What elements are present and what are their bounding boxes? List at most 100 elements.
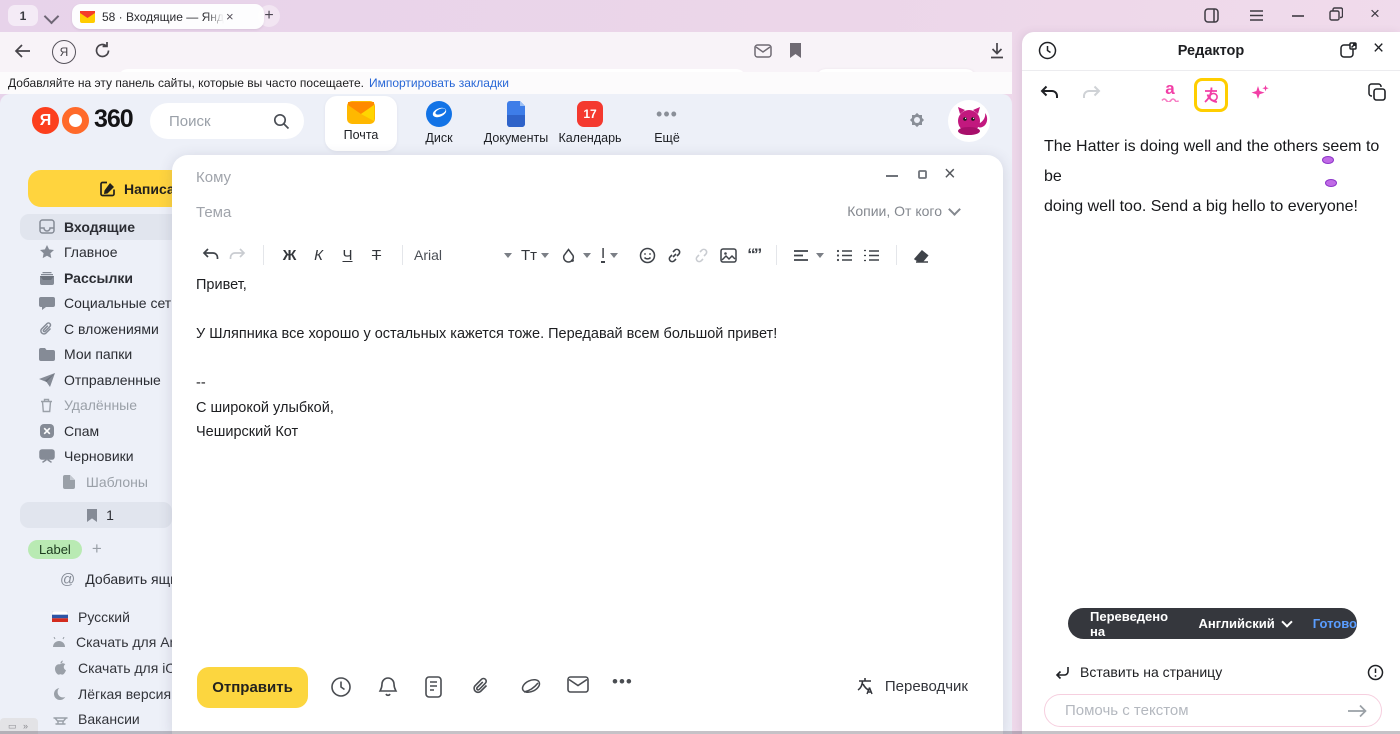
editor-undo-icon[interactable] [1038,84,1059,103]
service-more[interactable]: ••• Ещё [641,96,693,145]
settings-gear-icon[interactable] [905,108,929,132]
yandex-services-icon[interactable]: Я [52,40,76,64]
insert-image-icon[interactable] [720,248,737,263]
attach-file-icon[interactable] [472,676,491,697]
translate-icon[interactable] [1202,86,1220,104]
tab-list-chevron-icon[interactable] [46,11,57,22]
unlink-icon[interactable] [693,247,710,264]
user-avatar[interactable] [948,100,990,142]
alert-info-icon[interactable] [1367,664,1384,681]
editor-redo-icon[interactable] [1082,84,1103,103]
send-button[interactable]: Отправить [197,667,308,708]
tab-count-badge[interactable]: 1 [8,5,38,26]
compose-close-icon[interactable]: × [944,163,956,186]
side-panels-icon[interactable] [1203,7,1220,24]
numbered-list-icon[interactable] [863,249,880,262]
open-in-window-icon[interactable] [1339,41,1358,60]
spellcheck-icon[interactable]: a [1158,79,1182,102]
saved-bookmarks-row[interactable]: 1 [20,502,172,528]
collapsed-widget[interactable]: ▭ » [0,718,38,734]
folder-main[interactable]: Главное [20,240,192,266]
folder-spam[interactable]: Спам [20,418,192,444]
more-options-icon[interactable]: ••• [612,672,633,692]
folder-attachments[interactable]: С вложениями [20,316,192,342]
undo-icon[interactable] [201,247,219,263]
compose-minimize-icon[interactable] [886,175,898,177]
reload-icon[interactable] [93,41,112,60]
search-box[interactable] [150,103,304,139]
downloads-icon[interactable] [988,41,1006,61]
envelope-icon[interactable] [567,676,589,693]
folder-drafts[interactable]: Черновики [20,444,192,470]
tab-close-icon[interactable]: × [226,10,234,23]
blockquote-icon[interactable]: “” [747,245,760,265]
close-window-icon[interactable]: × [1370,4,1380,24]
font-family-select[interactable]: Arial [414,247,502,263]
font-size-dropdown-icon[interactable] [541,253,549,258]
service-disk[interactable]: Диск [411,96,467,145]
menu-icon[interactable] [1249,9,1264,22]
ai-prompt-input[interactable] [1063,701,1317,720]
align-icon[interactable] [793,249,809,262]
subject-field[interactable]: Тема [196,204,231,221]
text-color-dropdown-icon[interactable] [610,253,618,258]
minimize-window-icon[interactable] [1292,15,1304,17]
folder-sent[interactable]: Отправленные [20,367,192,393]
folder-inbox[interactable]: Входящие [20,214,192,240]
folder-trash[interactable]: Удалённые [20,393,192,419]
emoji-icon[interactable] [639,247,656,264]
bold-button[interactable]: Ж [275,247,304,264]
template-icon[interactable] [425,676,442,698]
browser-tab[interactable]: 58 · Входящие — Яндек × [72,4,264,29]
search-icon[interactable] [273,113,290,130]
cc-from-toggle[interactable]: Копии, От кого [847,203,959,219]
compose-expand-icon[interactable] [918,170,927,179]
ai-sparkles-icon[interactable] [1250,83,1270,103]
insert-to-page-button[interactable]: Вставить на страницу [1044,660,1384,684]
folder-my-folders[interactable]: Мои папки [20,342,192,368]
text-color-button[interactable]: I [601,247,605,263]
selection-handle[interactable] [1325,179,1337,187]
done-button[interactable]: Готово [1313,616,1357,631]
redo-icon[interactable] [229,247,247,263]
eraser-icon[interactable] [913,248,930,263]
reminder-bell-icon[interactable] [378,676,398,698]
new-tab-button[interactable]: + [258,5,280,27]
copy-icon[interactable] [1368,83,1387,102]
bullet-list-icon[interactable] [836,249,853,262]
search-input[interactable] [167,112,271,131]
folder-mailings[interactable]: Рассылки [20,265,192,291]
ai-prompt-box[interactable] [1044,694,1382,727]
signature-pen-icon[interactable] [520,676,542,696]
font-size-button[interactable]: Tт [521,247,537,264]
align-dropdown-icon[interactable] [816,253,824,258]
service-calendar[interactable]: 17 Календарь [557,96,623,145]
yandex-360-label[interactable]: 360 [94,105,133,134]
selection-handle[interactable] [1322,156,1334,164]
message-body[interactable]: Привет, У Шляпника все хорошо у остальны… [196,273,956,445]
highlight-dropdown-icon[interactable] [583,253,591,258]
submit-arrow-icon[interactable] [1347,704,1367,718]
yandex-logo[interactable]: Я [32,107,59,134]
service-docs[interactable]: Документы [477,96,555,145]
schedule-send-icon[interactable] [330,676,352,698]
folder-social[interactable]: Социальные сети [20,291,192,317]
panel-close-icon[interactable]: × [1373,38,1384,60]
import-bookmarks-link[interactable]: Импортировать закладки [369,76,509,90]
mail-toolbar-icon[interactable] [754,44,772,58]
link-icon[interactable] [666,247,683,264]
add-mailbox-button[interactable]: @ Добавить ящик [50,567,184,591]
strikethrough-button[interactable]: Т [362,247,391,264]
restore-window-icon[interactable] [1329,7,1343,21]
back-icon[interactable] [13,41,33,61]
service-mail[interactable]: Почта [325,96,397,151]
translated-text[interactable]: The Hatter is doing well and the others … [1044,132,1384,222]
font-family-dropdown-icon[interactable] [504,253,512,258]
underline-button[interactable]: Ч [333,247,362,264]
translator-button[interactable]: Переводчик [847,676,968,696]
bookmark-icon[interactable] [789,42,802,59]
italic-button[interactable]: К [304,247,333,264]
highlight-color-icon[interactable] [561,248,576,263]
label-tag[interactable]: Label [28,540,82,559]
add-label-icon[interactable]: + [92,539,102,559]
